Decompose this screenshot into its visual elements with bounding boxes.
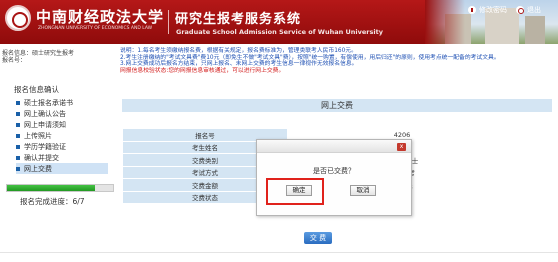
bullet-icon: [16, 144, 20, 149]
pay-button[interactable]: 交 费: [304, 232, 332, 244]
sidebar-title: 报名信息确认: [14, 85, 59, 94]
sidebar-nav: 报名信息确认 硕士报名承诺书 网上确认公告 网上申请须知 上传照片 学历学籍验证…: [4, 84, 112, 196]
sidebar-item-verification[interactable]: 学历学籍验证: [16, 141, 108, 152]
sidebar-item-label: 学历学籍验证: [24, 142, 66, 151]
sidebar-item-label: 网上申请须知: [24, 120, 66, 129]
school-name: 中南财经政法大学: [36, 8, 165, 26]
bullet-icon: [16, 155, 20, 160]
bullet-icon: [16, 111, 20, 116]
sidebar-item-confirm-submit[interactable]: 确认并提交: [16, 152, 108, 163]
change-password-link[interactable]: 修改密码: [468, 5, 507, 15]
system-title: 研究生报考服务系统: [175, 12, 302, 27]
logout-link[interactable]: 退出: [516, 5, 541, 15]
school-emblem-icon: [5, 5, 31, 31]
sidebar-item-instructions[interactable]: 网上申请须知: [16, 119, 108, 130]
bullet-icon: [16, 133, 20, 138]
change-password-label: 修改密码: [479, 6, 507, 14]
sidebar-item-label: 硕士报名承诺书: [24, 98, 73, 107]
user-info: 报名信息：硕士研究生报考 报名号：: [2, 50, 74, 64]
sidebar-item-label: 网上确认公告: [24, 109, 66, 118]
bullet-icon: [16, 122, 20, 127]
progress-bar: [6, 184, 114, 192]
school-name-en: ZHONGNAN UNIVERSITY OF ECONOMICS AND LAW: [38, 26, 153, 31]
progress-bar-fill: [7, 185, 96, 191]
sidebar-item-online-payment[interactable]: 网上交费: [16, 163, 108, 174]
sidebar-item-upload-photo[interactable]: 上传照片: [16, 130, 108, 141]
cancel-button[interactable]: 取消: [350, 185, 376, 196]
instructions-notes: 说明：1.每名考生须缴纳报名费，根据有关规定，报名费标准为，管理类联考人民币16…: [120, 48, 550, 74]
close-icon[interactable]: x: [397, 143, 406, 151]
dialog-titlebar: x: [257, 140, 411, 153]
dialog-message: 是否已交费？: [313, 167, 355, 175]
logout-label: 退出: [527, 6, 541, 14]
user-info-line1: 报名信息：硕士研究生报考: [2, 50, 75, 57]
footer-divider: [0, 252, 558, 253]
page-title: 网上交费: [122, 99, 552, 112]
system-title-en: Graduate School Admission Service of Wuh…: [176, 28, 383, 36]
sidebar-item-label: 上传照片: [24, 131, 52, 140]
note-line: 3.网上交费成功后报名方结束，只网上报名、未网上交费的考生信息一律视作无效报名信…: [120, 61, 358, 68]
key-icon: [468, 6, 476, 14]
header-divider: [168, 10, 169, 34]
progress-label: 报名完成进度：6/7: [20, 197, 85, 206]
power-icon: [516, 6, 524, 14]
sidebar-item-announcement[interactable]: 网上确认公告: [16, 108, 108, 119]
header-banner: 中南财经政法大学 ZHONGNAN UNIVERSITY OF ECONOMIC…: [0, 0, 558, 44]
user-info-line2: 报名号：: [2, 57, 27, 64]
bullet-icon: [16, 100, 20, 105]
highlight-annotation: [266, 178, 324, 205]
note-line: 说明：1.每名考生须缴纳报名费，根据有关规定，报名费标准为，管理类联考人民币16…: [120, 48, 357, 54]
sidebar-item-label: 网上交费: [24, 164, 52, 173]
sidebar-item-pledge[interactable]: 硕士报名承诺书: [16, 97, 108, 108]
bullet-icon: [16, 166, 20, 171]
sidebar-item-label: 确认并提交: [24, 153, 59, 162]
status-warning: 网报信息校验状态:您的网报信息审核通过，可以进行网上交费。: [120, 67, 285, 74]
